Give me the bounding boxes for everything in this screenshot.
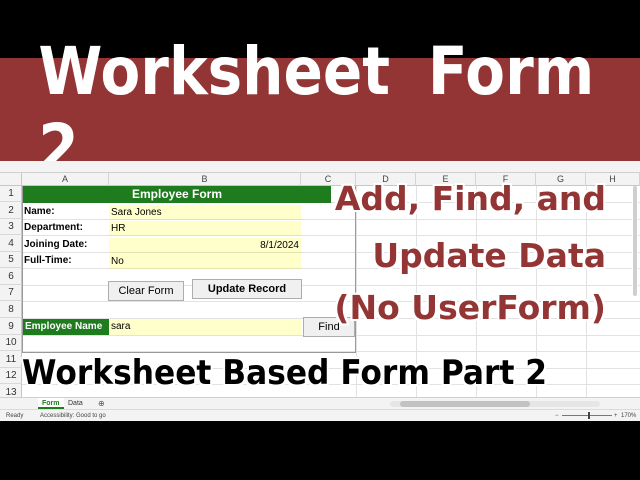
name-field[interactable]: Sara Jones — [109, 205, 301, 220]
sheet-tab-data[interactable]: Data — [64, 398, 87, 409]
sheet-tab-bar: Form Data ⊕ — [0, 397, 640, 409]
overlay-line-1: Add, Find, and — [334, 179, 606, 218]
full-time-field[interactable]: No — [109, 254, 301, 269]
row-header[interactable]: 10 — [0, 335, 22, 351]
spreadsheet: A B C D E F G H 1 2 3 4 5 6 7 8 9 10 11 … — [0, 161, 640, 421]
zoom-out-icon[interactable]: − — [555, 410, 559, 421]
row-header[interactable]: 2 — [0, 203, 22, 219]
joining-date-field[interactable]: 8/1/2024 — [109, 238, 301, 253]
title-banner: Worksheet Form 2 — [0, 32, 640, 187]
column-header[interactable]: A — [22, 173, 109, 186]
row-header[interactable]: 12 — [0, 368, 22, 384]
accessibility-status[interactable]: Accessibility: Good to go — [40, 410, 106, 421]
row-header[interactable]: 5 — [0, 252, 22, 268]
select-all-corner[interactable] — [0, 173, 22, 186]
formula-bar[interactable] — [0, 161, 640, 173]
horizontal-scrollbar[interactable] — [390, 401, 600, 407]
name-label: Name: — [24, 206, 55, 217]
zoom-slider[interactable] — [562, 415, 612, 416]
row-header[interactable]: 9 — [0, 319, 22, 335]
row-header[interactable]: 11 — [0, 352, 22, 368]
status-bar: Ready Accessibility: Good to go − + 170% — [0, 409, 640, 421]
row-header[interactable]: 1 — [0, 186, 22, 202]
letterbox-bottom — [0, 421, 640, 480]
department-label: Department: — [24, 222, 83, 233]
department-field[interactable]: HR — [109, 221, 301, 236]
update-record-button[interactable]: Update Record — [192, 279, 302, 299]
row-header[interactable]: 7 — [0, 285, 22, 301]
overlay-line-3: (No UserForm) — [334, 288, 606, 327]
banner-title: Worksheet Form 2 — [38, 32, 595, 187]
row-header[interactable]: 3 — [0, 219, 22, 235]
clear-form-button[interactable]: Clear Form — [108, 281, 184, 301]
full-time-label: Full-Time: — [24, 255, 72, 266]
overlay-line-2: Update Data — [372, 236, 606, 275]
row-header[interactable]: 8 — [0, 302, 22, 318]
row-headers: 1 2 3 4 5 6 7 8 9 10 11 12 13 — [0, 186, 22, 406]
row-header[interactable]: 6 — [0, 269, 22, 285]
status-ready: Ready — [6, 413, 24, 419]
horizontal-scroll-thumb[interactable] — [400, 401, 530, 407]
vertical-scroll-thumb[interactable] — [633, 186, 637, 296]
form-title: Employee Form — [23, 186, 331, 203]
vertical-scrollbar[interactable] — [632, 186, 638, 296]
overlay-subtitle: Worksheet Based Form Part 2 — [22, 353, 548, 393]
sheet-tab-form[interactable]: Form — [38, 398, 64, 409]
employee-name-field[interactable]: sara — [109, 319, 301, 335]
add-sheet-icon[interactable]: ⊕ — [98, 398, 105, 409]
column-header[interactable]: B — [109, 173, 301, 186]
zoom-slider-knob[interactable] — [588, 412, 590, 419]
zoom-level[interactable]: 170% — [621, 410, 636, 421]
row-header[interactable]: 4 — [0, 236, 22, 252]
zoom-in-icon[interactable]: + — [614, 410, 618, 421]
joining-date-label: Joining Date: — [24, 239, 88, 250]
employee-name-label: Employee Name — [23, 319, 109, 335]
